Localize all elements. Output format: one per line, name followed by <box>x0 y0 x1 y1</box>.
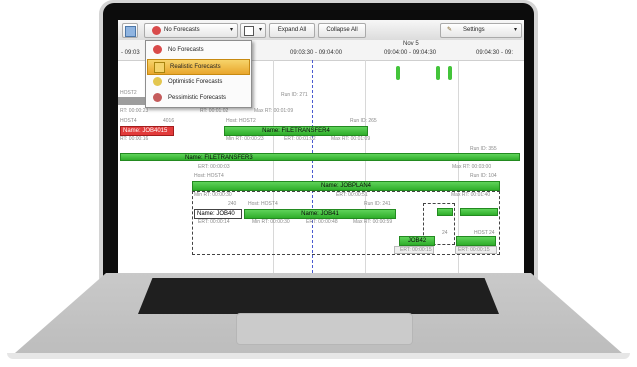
job-bar[interactable]: Name: FILETRANSFER4 <box>224 126 368 136</box>
refresh-icon <box>125 26 136 37</box>
run-marker <box>436 66 440 80</box>
min-runtime: Min RT: 00:00:30 <box>252 219 290 225</box>
jobplan-bar[interactable]: Name: JOBPLAN4 <box>192 181 500 191</box>
max-runtime: Max RT: 00:00:59 <box>353 219 393 225</box>
job-bar[interactable]: Name: JOB41 <box>244 209 396 219</box>
max-runtime: Max RT: 00:01:09 <box>331 136 371 142</box>
chevron-down-icon: ▾ <box>513 27 517 33</box>
job-bar-failed[interactable]: Name: JOB4015 <box>120 126 174 136</box>
menu-item-no-forecasts[interactable]: No Forecasts <box>146 43 251 57</box>
job-number: 24 <box>442 230 448 236</box>
timeline-date: Nov 5 <box>403 41 419 47</box>
settings-icon: ✎ <box>447 27 453 33</box>
expected-runtime: ERT: 00:00:14 <box>198 219 230 225</box>
min-runtime: Min RT: 00:00:30 <box>194 192 232 198</box>
realistic-forecast-icon <box>154 62 165 73</box>
expected-runtime: ERT: 00:01:02 <box>284 136 316 142</box>
timeline-col: 09:03:30 - 09:04:00 <box>290 50 343 56</box>
menu-item-optimistic-forecasts[interactable]: Optimistic Forecasts <box>146 75 251 89</box>
runtime: RT: 00:01:02 <box>200 108 229 114</box>
host-label: Host: HOST2 <box>226 118 256 124</box>
run-marker <box>448 66 452 80</box>
host-label: HOST2 <box>120 90 137 96</box>
view-options-button[interactable]: ▾ <box>240 23 266 38</box>
job-box[interactable]: Name: JOB40 <box>194 209 242 219</box>
no-forecast-icon <box>153 45 162 54</box>
max-runtime: Max RT: 00:01:40 <box>451 192 491 198</box>
job-number: 4016 <box>163 118 175 124</box>
toolbar: No Forecasts ▾ ▾ Expand All Collapse All… <box>118 20 524 41</box>
grid-icon <box>244 26 254 36</box>
job-number: 240 <box>228 201 237 207</box>
expected-runtime: ERT: 00:00:15 <box>458 247 490 253</box>
menu-item-realistic-forecasts[interactable]: Realistic Forecasts <box>147 59 250 75</box>
run-id: Run ID: 241 <box>364 201 391 207</box>
timeline-col: 09:04:00 - 09:04:30 <box>384 50 437 56</box>
expected-runtime: ERT: 00:00:03 <box>198 164 230 170</box>
optimistic-forecast-icon <box>153 77 162 86</box>
laptop-trackpad <box>236 313 413 345</box>
min-runtime: Min RT: 00:00:23 <box>226 136 264 142</box>
timeline-col: 09:04:30 - 09: <box>476 50 514 56</box>
run-marker <box>396 66 400 80</box>
forecast-dropdown-label: No Forecasts <box>164 27 200 33</box>
expected-runtime: ERT: 00:00:48 <box>306 219 338 225</box>
host-label: HOST4 <box>120 118 137 124</box>
run-id: Run ID: 355 <box>470 146 497 152</box>
menu-item-pessimistic-forecasts[interactable]: Pessimistic Forecasts <box>146 91 251 105</box>
forecast-dropdown[interactable]: No Forecasts ▾ <box>144 23 238 38</box>
runtime: RT: 00:00:23 <box>120 108 149 114</box>
max-runtime: Max RT: 00:01:09 <box>254 108 294 114</box>
laptop-front-edge <box>7 353 630 359</box>
run-id: Run ID: 104 <box>470 173 497 179</box>
no-forecast-icon <box>152 26 161 35</box>
forecast-menu: No Forecasts Realistic Forecasts Optimis… <box>145 40 252 108</box>
job-bar[interactable]: Name: FILETRANSFER3 <box>120 153 520 161</box>
host-label: Host: HOST4 <box>194 173 224 179</box>
laptop-keyboard <box>138 278 499 314</box>
job-bar[interactable] <box>437 208 453 216</box>
settings-button[interactable]: ✎ Settings ▾ <box>440 23 522 38</box>
job-bar[interactable]: JOB42 <box>399 236 435 246</box>
pessimistic-forecast-icon <box>153 93 162 102</box>
collapse-all-button[interactable]: Collapse All <box>318 23 366 38</box>
max-runtime: Max RT: 00:03:00 <box>452 164 492 170</box>
settings-label: Settings <box>463 27 485 33</box>
runtime: RT: 00:00:16 <box>120 136 149 142</box>
refresh-button[interactable] <box>122 23 138 38</box>
timeline-col: - 09:03 <box>121 50 140 56</box>
expected-runtime: ERT: 00:00:51 <box>336 192 368 198</box>
chevron-down-icon: ▾ <box>229 27 233 33</box>
chevron-down-icon: ▾ <box>258 27 262 33</box>
expand-all-button[interactable]: Expand All <box>269 23 315 38</box>
job-bar[interactable] <box>456 236 496 246</box>
host-label: Host: HOST4 <box>248 201 278 207</box>
run-id: Run ID: 265 <box>350 118 377 124</box>
jobplan-label: Name: JOBPLAN4 <box>320 183 372 189</box>
app-screen: No Forecasts ▾ ▾ Expand All Collapse All… <box>118 20 524 273</box>
expected-runtime: ERT: 00:00:15 <box>400 247 432 253</box>
job-bar[interactable] <box>460 208 498 216</box>
run-id: Run ID: 271 <box>281 92 308 98</box>
